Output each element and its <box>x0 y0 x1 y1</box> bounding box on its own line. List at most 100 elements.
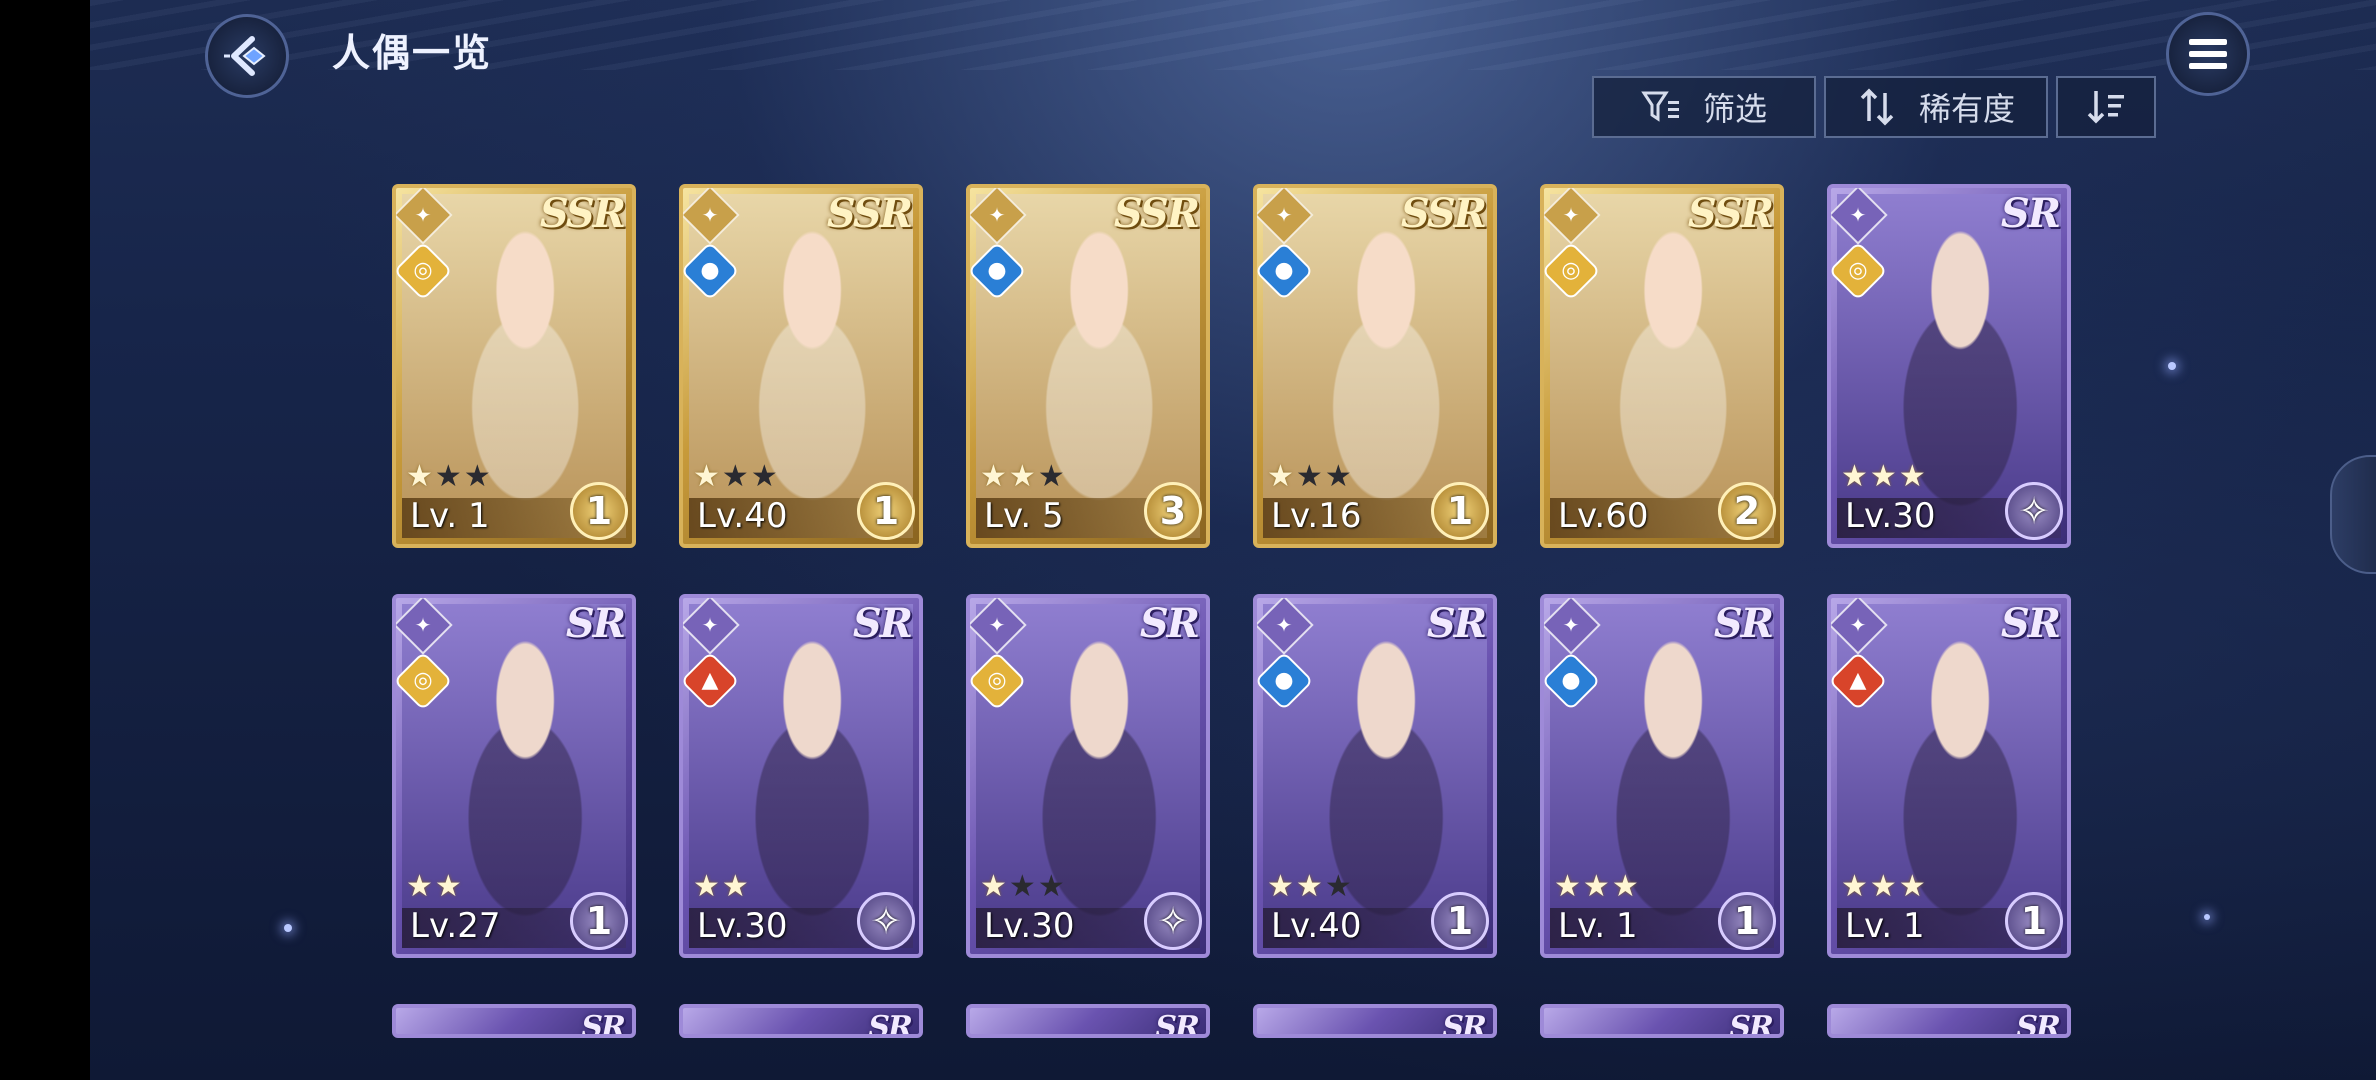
awakening-wings-icon: ✧ <box>857 892 915 950</box>
awakening-badge: 3 <box>1144 482 1202 540</box>
sort-order-button[interactable] <box>2056 76 2156 138</box>
rarity-label: SSR <box>1400 190 1487 237</box>
filter-label: 筛选 <box>1702 90 1767 128</box>
doll-card[interactable]: ✦ ● SR ★★★ Lv.40 1 <box>1253 594 1497 958</box>
star-filled-icon: ★ <box>1295 869 1325 904</box>
star-empty-icon: ★ <box>750 459 780 494</box>
awakening-badge: 1 <box>570 892 628 950</box>
doll-card-partial[interactable]: SR <box>392 1004 636 1038</box>
star-empty-icon: ★ <box>434 459 464 494</box>
rarity-label: SR <box>1426 600 1487 647</box>
star-filled-icon: ★ <box>1841 869 1870 904</box>
doll-card[interactable]: ✦ ◎ SSR ★★★ Lv. 11 <box>392 184 636 548</box>
star-empty-icon: ★ <box>721 459 751 494</box>
doll-card-partial[interactable]: SR <box>679 1004 923 1038</box>
doll-card[interactable]: ✦ ● SSR ★★★ Lv.40 1 <box>679 184 923 548</box>
star-rating: ★★★ <box>1267 869 1354 904</box>
doll-card[interactable]: ✦ ● SSR ★★★ Lv. 53 <box>966 184 1210 548</box>
star-empty-icon: ★ <box>1008 869 1038 904</box>
rarity-label: SR <box>2016 1010 2061 1038</box>
rarity-label: SSR <box>826 190 913 237</box>
level-label: Lv.27 <box>410 906 501 946</box>
star-filled-icon: ★ <box>434 869 464 904</box>
filter-button[interactable]: 筛选 <box>1592 76 1816 138</box>
level-label: Lv.30 <box>697 906 788 946</box>
star-rating: ★★★ <box>406 459 493 494</box>
star-empty-icon: ★ <box>1037 869 1067 904</box>
star-rating: ★★★ <box>1841 869 1928 904</box>
rarity-label: SR <box>1155 1010 1200 1038</box>
star-empty-icon: ★ <box>463 459 493 494</box>
star-rating: ★★★ <box>1554 869 1641 904</box>
awakening-wings-icon: ✧ <box>2005 482 2063 540</box>
level-label: Lv.30 <box>984 906 1075 946</box>
star-filled-icon: ★ <box>1008 459 1038 494</box>
star-filled-icon: ★ <box>693 869 722 904</box>
star-rating: ★★★ <box>980 869 1067 904</box>
rarity-label: SR <box>868 1010 913 1038</box>
star-filled-icon: ★ <box>1611 869 1641 904</box>
doll-card[interactable]: ✦ ◎ SR ★★★ Lv.30 ✧ <box>966 594 1210 958</box>
awakening-badge: 1 <box>1431 892 1489 950</box>
sparkle <box>284 924 292 932</box>
awakening-badge: 1 <box>2005 892 2063 950</box>
star-filled-icon: ★ <box>406 869 435 904</box>
rarity-label: SR <box>1139 600 1200 647</box>
doll-card-partial[interactable]: SR <box>1540 1004 1784 1038</box>
star-filled-icon: ★ <box>693 459 722 494</box>
sort-order-icon <box>2087 91 2124 124</box>
star-empty-icon: ★ <box>1037 459 1067 494</box>
sort-arrows-icon <box>1860 88 1894 126</box>
sparkle <box>2168 362 2176 370</box>
star-empty-icon: ★ <box>1295 459 1325 494</box>
star-empty-icon: ★ <box>1324 459 1354 494</box>
rarity-label: SSR <box>1113 190 1200 237</box>
doll-card[interactable]: ✦ ● SSR ★★★ Lv.16 1 <box>1253 184 1497 548</box>
rarity-label: SSR <box>539 190 626 237</box>
star-empty-icon: ★ <box>1324 869 1354 904</box>
star-filled-icon: ★ <box>406 459 435 494</box>
back-arrow-icon <box>224 36 266 76</box>
star-filled-icon: ★ <box>1267 869 1296 904</box>
star-rating: ★★ <box>693 869 751 904</box>
rarity-label: SR <box>1713 600 1774 647</box>
doll-card[interactable]: ✦ ◎ SSR Lv.60 2 <box>1540 184 1784 548</box>
doll-card-partial[interactable]: SR <box>1827 1004 2071 1038</box>
level-label: Lv.30 <box>1845 496 1936 536</box>
star-filled-icon: ★ <box>1267 459 1296 494</box>
level-label: Lv.40 <box>697 496 788 536</box>
star-filled-icon: ★ <box>1841 459 1870 494</box>
rarity-label: SR <box>2000 190 2061 237</box>
rarity-label: SR <box>565 600 626 647</box>
doll-card[interactable]: ✦ ● SR ★★★ Lv. 11 <box>1540 594 1784 958</box>
star-rating: ★★★ <box>980 459 1067 494</box>
awakening-badge: 1 <box>1431 482 1489 540</box>
star-filled-icon: ★ <box>980 869 1009 904</box>
star-rating: ★★★ <box>693 459 780 494</box>
star-filled-icon: ★ <box>1554 869 1583 904</box>
star-filled-icon: ★ <box>980 459 1009 494</box>
back-button[interactable] <box>205 14 289 98</box>
rarity-label: SSR <box>1687 190 1774 237</box>
doll-card[interactable]: ✦ ▲ SR ★★★ Lv. 11 <box>1827 594 2071 958</box>
awakening-badge: 1 <box>570 482 628 540</box>
level-label: Lv. 1 <box>1558 906 1638 946</box>
rarity-label: SR <box>852 600 913 647</box>
doll-card[interactable]: ✦ ◎ SR ★★★ Lv.30 ✧ <box>1827 184 2071 548</box>
doll-card-partial[interactable]: SR <box>1253 1004 1497 1038</box>
rarity-label: SR <box>1442 1010 1487 1038</box>
level-label: Lv. 5 <box>984 496 1064 536</box>
side-drawer-handle[interactable] <box>2330 455 2376 574</box>
doll-card-partial[interactable]: SR <box>966 1004 1210 1038</box>
star-filled-icon: ★ <box>721 869 751 904</box>
rarity-label: SR <box>581 1010 626 1038</box>
awakening-badge: 2 <box>1718 482 1776 540</box>
sort-rarity-button[interactable]: 稀有度 <box>1824 76 2048 138</box>
menu-icon <box>2189 39 2227 69</box>
star-filled-icon: ★ <box>1869 459 1899 494</box>
star-rating: ★★★ <box>1841 459 1928 494</box>
star-rating: ★★ <box>406 869 464 904</box>
doll-card[interactable]: ✦ ◎ SR ★★ Lv.27 1 <box>392 594 636 958</box>
menu-button[interactable] <box>2166 12 2250 96</box>
doll-card[interactable]: ✦ ▲ SR ★★ Lv.30 ✧ <box>679 594 923 958</box>
